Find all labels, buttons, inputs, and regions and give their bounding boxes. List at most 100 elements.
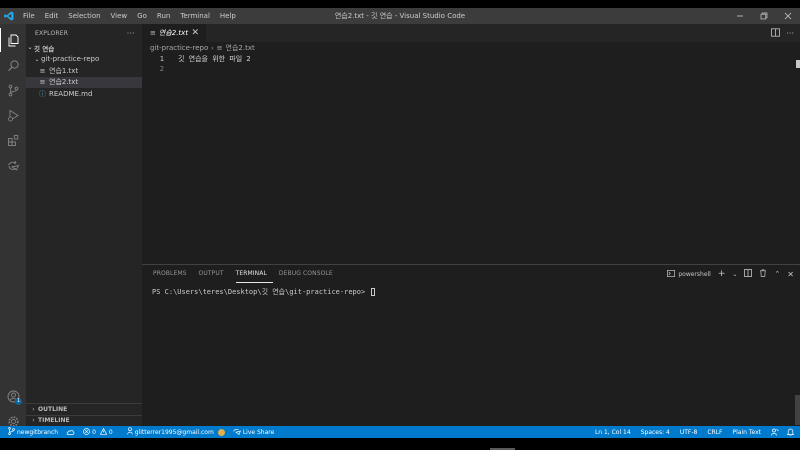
account-icon: [127, 427, 133, 437]
tree-folder-git-practice-repo[interactable]: ⌄ git-practice-repo: [26, 54, 142, 66]
menu-file[interactable]: File: [18, 8, 40, 24]
chevron-right-icon: ›: [32, 405, 35, 413]
editor-tabs: ≡ 연습2.txt ✕ ···: [142, 24, 800, 42]
tree-item-label: 연습2.txt: [49, 78, 79, 87]
menu-edit[interactable]: Edit: [40, 8, 64, 24]
split-editor-icon[interactable]: [771, 27, 781, 39]
workspace-root[interactable]: ⌄ 깃 연습: [26, 42, 142, 54]
line-number: 2: [159, 65, 164, 73]
terminal-cursor: [371, 288, 376, 296]
live-share-icon[interactable]: [0, 153, 26, 177]
tab-output[interactable]: OUTPUT: [199, 265, 230, 283]
close-panel-icon[interactable]: ✕: [787, 270, 794, 279]
letterbox-top: [0, 0, 800, 8]
shell-name: powershell: [678, 270, 711, 278]
chevron-down-icon[interactable]: ⌄: [732, 271, 737, 278]
editor-scrollbar[interactable]: [796, 60, 800, 68]
feedback-icon[interactable]: [767, 426, 783, 438]
new-terminal-icon[interactable]: +: [718, 269, 726, 279]
status-eol[interactable]: CRLF: [703, 426, 728, 438]
editor-actions: ···: [771, 24, 794, 42]
breadcrumb-file[interactable]: 연습2.txt: [226, 43, 255, 53]
chevron-right-icon: ›: [32, 417, 35, 425]
status-language[interactable]: Plain Text: [729, 426, 767, 438]
terminal-prompt: PS C:\Users\teres\Desktop\깃 연습\git-pract…: [152, 288, 370, 296]
timeline-section[interactable]: › TIMELINE: [26, 414, 142, 427]
menu-selection[interactable]: Selection: [63, 8, 105, 24]
vscode-window: File Edit Selection View Go Run Terminal…: [0, 8, 800, 438]
account-email: glitterrer1995@gmail.com: [134, 428, 214, 436]
menu-help[interactable]: Help: [215, 8, 241, 24]
workspace-label: 깃 연습: [34, 44, 55, 53]
menu-go[interactable]: Go: [132, 8, 152, 24]
close-tab-icon[interactable]: ✕: [191, 28, 199, 38]
status-branch[interactable]: newgitbranch: [0, 426, 62, 438]
tree-item-label: README.md: [49, 89, 93, 98]
tree-file-연습2[interactable]: ≡ 연습2.txt: [26, 76, 142, 88]
menu-run[interactable]: Run: [152, 8, 175, 24]
text-file-icon: ≡: [216, 44, 223, 52]
status-right: Ln 1, Col 14 Spaces: 4 UTF-8 CRLF Plain …: [591, 426, 800, 438]
more-actions-icon[interactable]: ···: [127, 29, 135, 38]
code-editor[interactable]: 1 깃 연습을 위한 파일 2 2: [142, 54, 800, 74]
status-cursor-position[interactable]: Ln 1, Col 14: [591, 426, 637, 438]
tab-debug-console[interactable]: DEBUG CONSOLE: [279, 265, 339, 283]
status-indentation[interactable]: Spaces: 4: [637, 426, 676, 438]
status-problems[interactable]: 0 0: [79, 426, 117, 438]
menu-bar: File Edit Selection View Go Run Terminal…: [18, 8, 241, 24]
split-terminal-icon[interactable]: [744, 269, 753, 279]
status-left: newgitbranch 0 0 glitterrer1995@gmail.co…: [0, 426, 278, 438]
notifications-bell-icon[interactable]: [783, 426, 800, 438]
menu-terminal[interactable]: Terminal: [175, 8, 215, 24]
restore-icon[interactable]: [752, 8, 776, 24]
account-icon[interactable]: 1: [0, 384, 26, 408]
chevron-right-icon: ›: [211, 44, 214, 52]
text-file-icon: ≡: [39, 78, 46, 87]
minimize-icon[interactable]: [728, 8, 752, 24]
chevron-down-icon: ⌄: [34, 55, 40, 63]
breadcrumb-folder[interactable]: git-practice-repo: [150, 44, 208, 52]
explorer-sidebar: EXPLORER ··· ⌄ 깃 연습 ⌄ git-practice-repo …: [26, 24, 142, 426]
status-live-share[interactable]: Live Share: [229, 426, 278, 438]
timeline-label: TIMELINE: [38, 417, 70, 425]
outline-label: OUTLINE: [38, 405, 68, 413]
menu-view[interactable]: View: [106, 8, 133, 24]
bottom-panel: PROBLEMS OUTPUT TERMINAL DEBUG CONSOLE p…: [142, 264, 800, 426]
tab-problems[interactable]: PROBLEMS: [153, 265, 193, 283]
code-line: 2: [142, 64, 800, 74]
status-account[interactable]: glitterrer1995@gmail.com: [123, 426, 229, 438]
maximize-panel-icon[interactable]: ⌃: [774, 270, 780, 278]
tree-file-readme[interactable]: ⓘ README.md: [26, 88, 142, 100]
source-control-icon[interactable]: [0, 78, 26, 102]
vscode-logo-icon: [0, 8, 18, 24]
sync-icon[interactable]: [62, 426, 79, 438]
search-icon[interactable]: [0, 53, 26, 77]
tree-file-연습1[interactable]: ≡ 연습1.txt: [26, 65, 142, 77]
text-file-icon: ≡: [39, 66, 46, 75]
outline-section[interactable]: › OUTLINE: [26, 403, 142, 415]
terminal-shell-select[interactable]: powershell: [667, 269, 711, 279]
editor-tab[interactable]: ≡ 연습2.txt ✕: [142, 24, 206, 42]
tab-label: 연습2.txt: [158, 29, 189, 37]
extensions-icon[interactable]: [0, 128, 26, 152]
trash-icon[interactable]: [759, 269, 767, 279]
warning-count: 0: [108, 428, 113, 436]
live-share-icon: [233, 428, 241, 437]
status-encoding[interactable]: UTF-8: [676, 426, 704, 438]
run-debug-icon[interactable]: [0, 103, 26, 127]
doge-avatar-icon: [217, 428, 225, 436]
tab-terminal[interactable]: TERMINAL: [235, 265, 273, 283]
live-share-label: Live Share: [242, 428, 275, 436]
panel-scrollbar[interactable]: [795, 395, 800, 425]
warning-icon: [99, 427, 108, 437]
explorer-icon[interactable]: [0, 28, 26, 52]
close-window-icon[interactable]: [776, 8, 800, 24]
terminal-output[interactable]: PS C:\Users\teres\Desktop\깃 연습\git-pract…: [142, 283, 800, 297]
tree-item-label: git-practice-repo: [41, 55, 100, 64]
panel-tabs: PROBLEMS OUTPUT TERMINAL DEBUG CONSOLE p…: [142, 265, 800, 283]
text-file-icon: ≡: [150, 29, 156, 37]
terminal-icon: [667, 269, 676, 279]
explorer-header: EXPLORER ···: [26, 24, 142, 42]
title-bar: File Edit Selection View Go Run Terminal…: [0, 8, 800, 24]
more-actions-icon[interactable]: ···: [786, 29, 794, 38]
